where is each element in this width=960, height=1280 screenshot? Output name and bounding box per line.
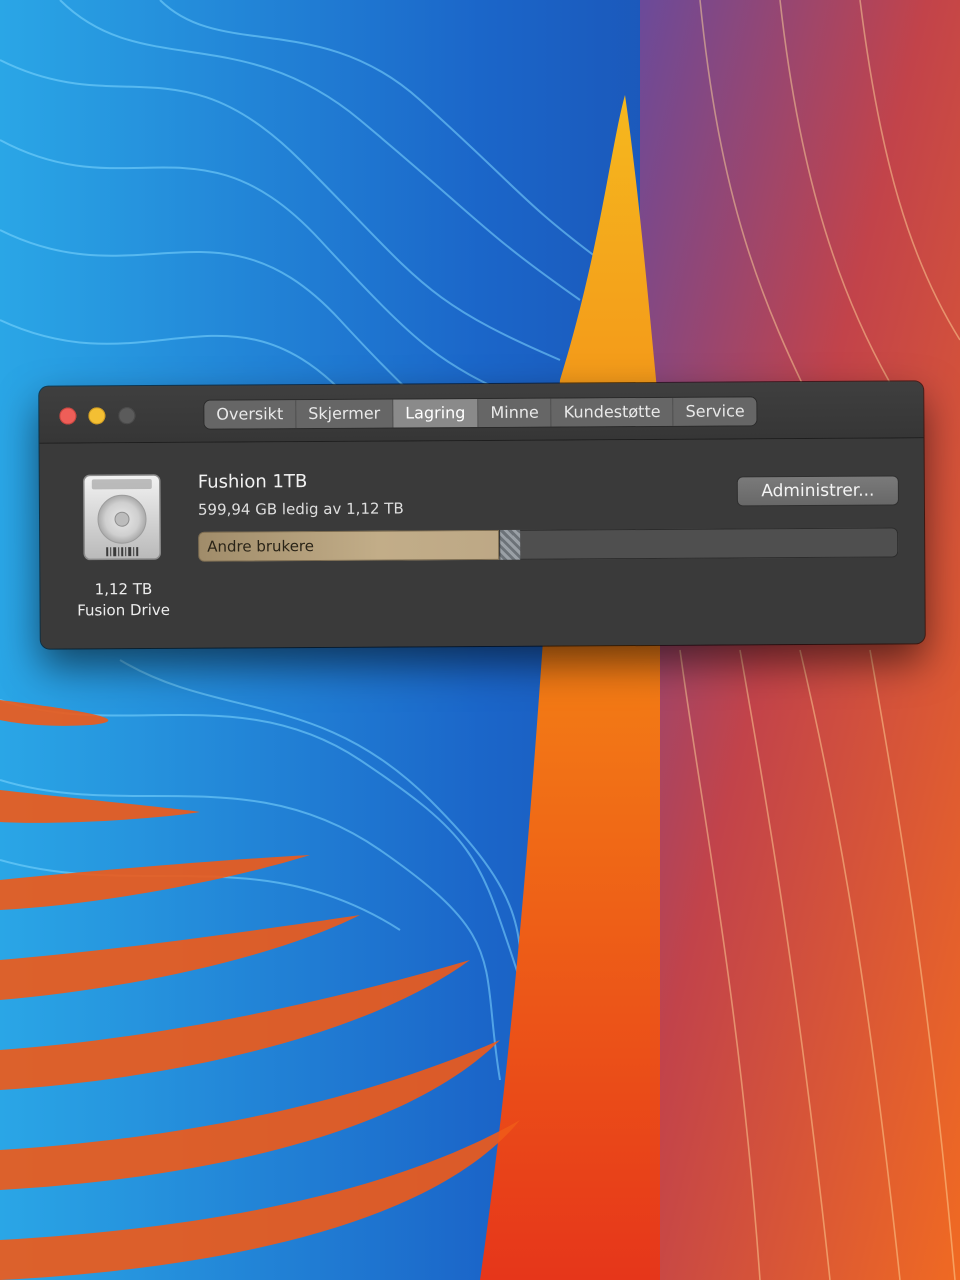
drive-caption: 1,12 TB Fusion Drive — [62, 579, 184, 622]
about-this-mac-window: Oversikt Skjermer Lagring Minne Kundestø… — [39, 381, 925, 649]
storage-usage-bar: Andre brukere — [198, 527, 899, 562]
tab-oversikt[interactable]: Oversikt — [204, 400, 297, 429]
minimize-button[interactable] — [88, 407, 106, 425]
tab-skjermer[interactable]: Skjermer — [296, 399, 394, 429]
close-button[interactable] — [59, 407, 77, 425]
volume-free-space: 599,94 GB ledig av 1,12 TB — [197, 499, 404, 519]
tab-bar: Oversikt Skjermer Lagring Minne Kundestø… — [204, 397, 757, 429]
drive-type: Fusion Drive — [77, 600, 171, 620]
storage-pane: 1,12 TB Fusion Drive Fushion 1TB 599,94 … — [39, 438, 925, 649]
manage-button[interactable]: Administrer... — [737, 476, 898, 506]
usage-segment-system — [499, 529, 521, 560]
usage-segment-label: Andre brukere — [207, 537, 315, 556]
hard-drive-icon — [83, 474, 161, 561]
tab-kundestotte[interactable]: Kundestøtte — [551, 397, 674, 427]
tab-lagring[interactable]: Lagring — [393, 399, 479, 428]
drive-capacity: 1,12 TB — [94, 580, 153, 599]
usage-segment-other-users: Andre brukere — [198, 529, 500, 562]
title-bar: Oversikt Skjermer Lagring Minne Kundestø… — [39, 381, 924, 444]
volume-name: Fushion 1TB — [197, 471, 308, 493]
desktop: Oversikt Skjermer Lagring Minne Kundestø… — [0, 0, 960, 1280]
tab-minne[interactable]: Minne — [478, 398, 552, 428]
tab-service[interactable]: Service — [673, 397, 757, 426]
zoom-button[interactable] — [118, 407, 136, 425]
